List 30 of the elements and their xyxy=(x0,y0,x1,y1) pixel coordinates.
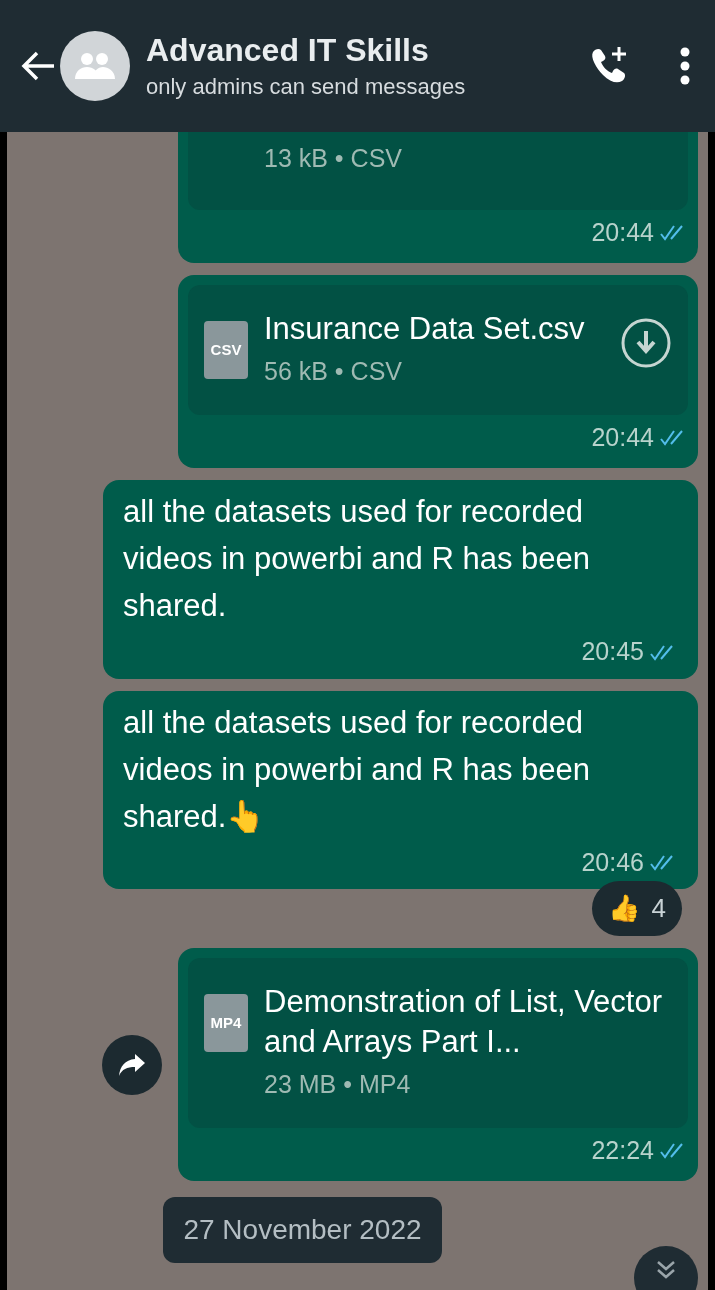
file-name: Insurance Data Set.csv xyxy=(264,310,586,348)
file-message-bubble[interactable]: CSV Insurance Data Set.csv 56 kB • CSV 20:44 xyxy=(178,275,698,468)
download-icon[interactable] xyxy=(620,317,672,369)
file-document-icon: CSV xyxy=(204,321,248,379)
group-subtitle: only admins can send messages xyxy=(146,72,467,101)
file-message-bubble[interactable]: MP4 Demonstration of List, Vector and Arrays Part I... 23 MB • MP4 22:24 xyxy=(178,948,698,1181)
forward-arrow-icon xyxy=(117,1051,147,1078)
reaction-count: 4 xyxy=(651,892,666,925)
group-people-icon xyxy=(73,51,117,81)
file-message-bubble[interactable]: 13 kB • CSV 20:44 xyxy=(178,132,698,263)
message-text: all the datasets used for recorded videos in powerbi and R has been shared. xyxy=(123,493,592,625)
back-arrow-icon[interactable] xyxy=(20,50,56,82)
file-size-type: 23 MB • MP4 xyxy=(264,1069,412,1100)
message-time: 20:45 xyxy=(581,636,644,667)
message-time: 20:46 xyxy=(581,846,644,878)
text-message-bubble[interactable]: all the datasets used for recorded videos in powerbi and R has been shared. 20:45 xyxy=(103,480,698,679)
message-text: all the datasets used for recorded videos in powerbi and R has been shared.👆 xyxy=(123,703,592,836)
message-time: 20:44 xyxy=(591,216,654,248)
file-size-type: 13 kB • CSV xyxy=(264,143,403,174)
more-options-icon[interactable] xyxy=(679,46,691,86)
message-time: 20:44 xyxy=(591,421,654,453)
text-message-bubble[interactable]: all the datasets used for recorded videos in powerbi and R has been shared.👆 20:46 xyxy=(103,690,698,889)
group-title[interactable]: Advanced IT Skills xyxy=(146,29,587,70)
message-time: 22:24 xyxy=(591,1134,654,1166)
file-document-icon: MP4 xyxy=(204,994,248,1052)
file-size-type: 56 kB • CSV xyxy=(264,356,403,387)
file-name: Demonstration of List, Vector and Arrays Part I... xyxy=(264,983,664,1061)
reaction-badge[interactable]: 👍 4 xyxy=(591,881,682,936)
reaction-emoji: 👍 xyxy=(607,892,640,925)
date-chip: 27 November 2022 xyxy=(163,1197,442,1263)
